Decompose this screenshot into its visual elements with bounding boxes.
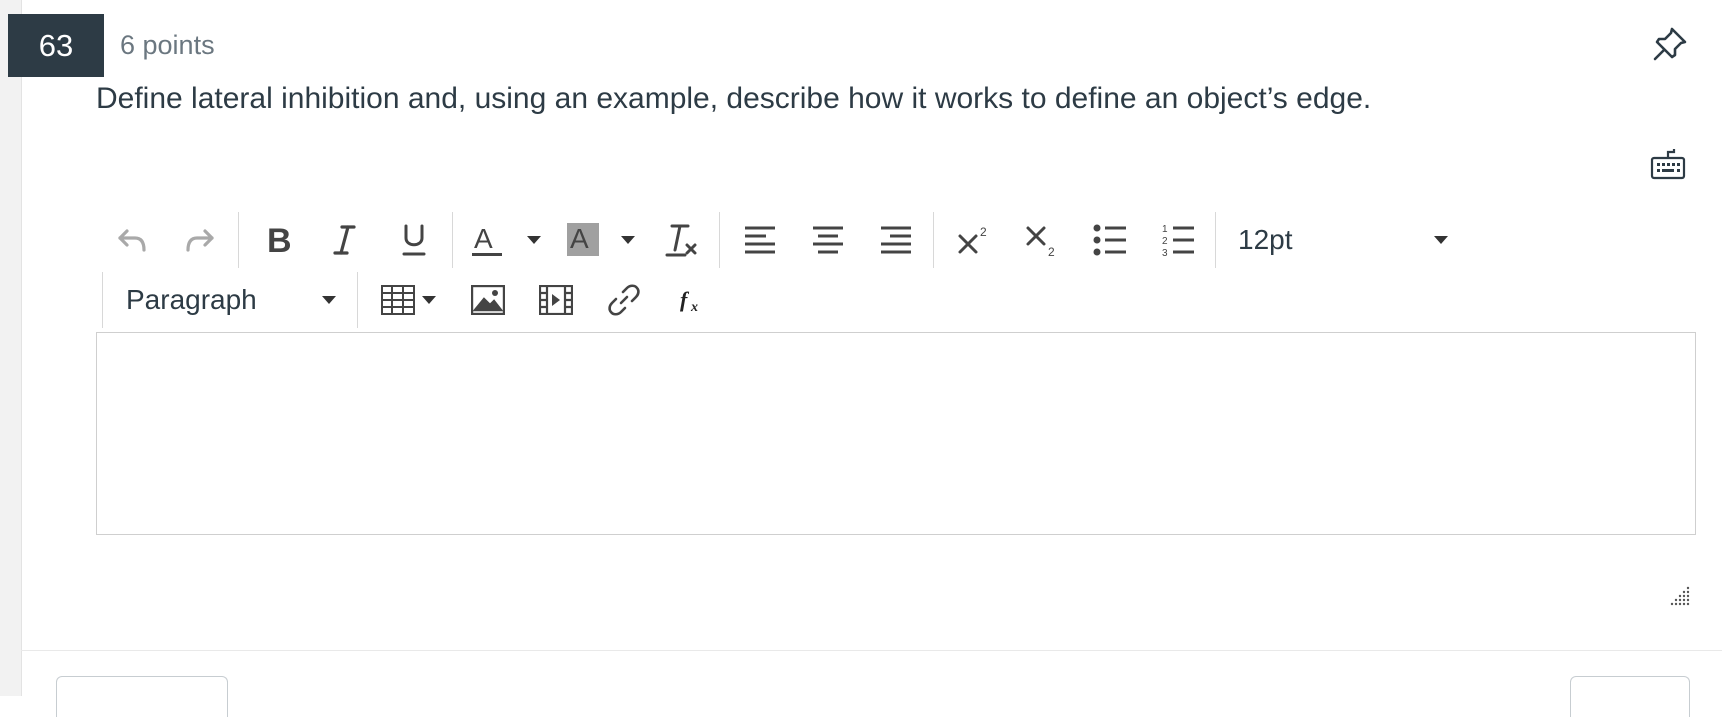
- bullet-list-icon[interactable]: [1088, 217, 1132, 263]
- media-icon[interactable]: [534, 277, 578, 323]
- align-left-icon[interactable]: [738, 217, 782, 263]
- svg-text:A: A: [570, 223, 589, 254]
- text-color-dropdown-chevron-icon[interactable]: [522, 217, 546, 263]
- svg-text:2: 2: [1048, 245, 1055, 258]
- toolbar-separator: [452, 212, 453, 268]
- block-format-chevron-down-icon: [322, 296, 336, 304]
- toolbar-separator: [238, 212, 239, 268]
- question-number-badge: 63: [8, 14, 104, 77]
- font-size-chevron-down-icon: [1434, 236, 1448, 244]
- numbered-list-icon[interactable]: 123: [1156, 217, 1200, 263]
- redo-icon[interactable]: [178, 217, 222, 263]
- svg-text:x: x: [690, 300, 698, 315]
- svg-text:f: f: [680, 287, 690, 312]
- keyboard-shortcuts-icon[interactable]: [1650, 148, 1686, 180]
- clear-formatting-icon[interactable]: [660, 217, 704, 263]
- font-size-value: 12pt: [1238, 224, 1293, 255]
- question-text: Define lateral inhibition and, using an …: [96, 82, 1372, 115]
- italic-icon[interactable]: [323, 217, 367, 263]
- undo-icon[interactable]: [110, 217, 154, 263]
- underline-icon[interactable]: [392, 217, 436, 263]
- pin-icon[interactable]: [1650, 24, 1690, 64]
- toolbar-separator: [1215, 212, 1216, 268]
- answer-editor-area[interactable]: [96, 332, 1696, 535]
- resize-handle-icon[interactable]: [1668, 584, 1690, 606]
- table-icon[interactable]: [376, 277, 420, 323]
- svg-text:3: 3: [1162, 248, 1168, 257]
- background-color-icon[interactable]: A: [562, 217, 604, 263]
- toolbar-separator: [933, 212, 934, 268]
- svg-text:2: 2: [980, 225, 987, 239]
- toolbar-separator: [102, 272, 103, 328]
- font-size-select[interactable]: 12pt: [1238, 217, 1448, 263]
- image-icon[interactable]: [466, 277, 510, 323]
- align-center-icon[interactable]: [806, 217, 850, 263]
- align-right-icon[interactable]: [874, 217, 918, 263]
- block-format-value: Paragraph: [126, 284, 257, 315]
- footer-divider: [21, 650, 1722, 651]
- previous-button[interactable]: [56, 676, 228, 717]
- text-color-icon[interactable]: A: [466, 217, 508, 263]
- bold-icon[interactable]: B: [256, 217, 300, 263]
- background-color-dropdown-chevron-icon[interactable]: [616, 217, 640, 263]
- table-dropdown-chevron-icon[interactable]: [418, 277, 440, 323]
- block-format-select[interactable]: Paragraph: [126, 277, 336, 323]
- question-number: 63: [38, 27, 74, 63]
- superscript-icon[interactable]: 2: [952, 217, 996, 263]
- equation-icon[interactable]: fx: [670, 277, 714, 323]
- svg-text:2: 2: [1162, 236, 1168, 247]
- toolbar-separator: [719, 212, 720, 268]
- svg-text:1: 1: [1162, 224, 1168, 235]
- svg-text:A: A: [474, 223, 493, 254]
- left-rail: [0, 0, 22, 696]
- question-points: 6 points: [120, 30, 215, 60]
- next-button[interactable]: [1570, 676, 1690, 717]
- link-icon[interactable]: [602, 277, 646, 323]
- toolbar-separator: [357, 272, 358, 328]
- subscript-icon[interactable]: 2: [1020, 217, 1064, 263]
- svg-text:B: B: [267, 224, 291, 256]
